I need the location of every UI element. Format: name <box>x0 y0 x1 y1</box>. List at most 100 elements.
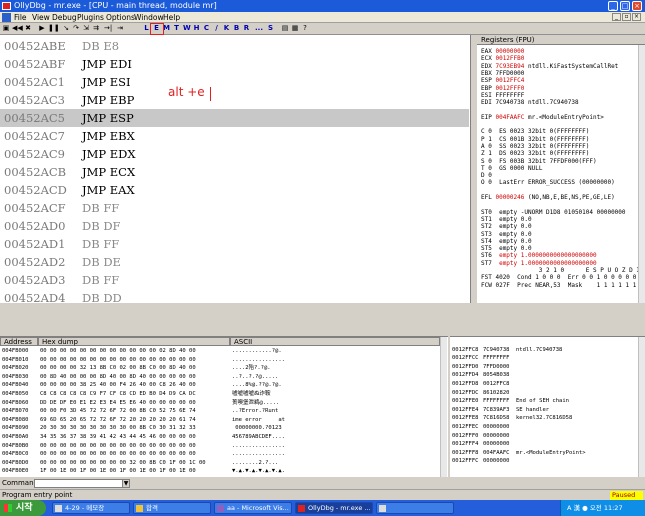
disasm-row[interactable]: 00452AD0 DB DF <box>0 217 469 235</box>
stack-pane[interactable]: 0012FFC4 7C816D4F RETURN to kernel32.7C816… <box>450 336 645 477</box>
disasm-instruction: JMP ECX <box>82 165 136 179</box>
disasm-row[interactable]: 00452AC9 JMP EDX <box>0 145 469 163</box>
window-titlebar[interactable]: OllyDbg - mr.exe - [CPU - main thread, m… <box>0 0 645 12</box>
disasm-row[interactable]: 00452AC5 JMP ESP <box>0 109 469 127</box>
toolbar-memory-button[interactable]: M <box>163 24 170 33</box>
close-icon[interactable]: × <box>632 1 642 11</box>
disasm-row[interactable]: 00452ABF JMP EDI <box>0 55 469 73</box>
disasm-row[interactable]: 00452ACB JMP ECX <box>0 163 469 181</box>
dump-ascii: ................ <box>232 451 285 458</box>
minimize-icon[interactable]: _ <box>608 1 618 11</box>
disasm-instruction: DB FF <box>82 237 120 251</box>
toolbar-threads-button[interactable]: T <box>173 24 180 33</box>
list-icon[interactable]: ▤ <box>281 24 289 33</box>
register-line[interactable]: EDI 7C940738 ntdll.7C940738 <box>481 98 579 107</box>
disasm-row[interactable]: 00452ACD JMP EAX <box>0 181 469 199</box>
dump-header-ascii[interactable]: ASCII <box>230 337 440 346</box>
toolbar-runtrace-button[interactable]: ... <box>253 24 265 33</box>
mdi-minimize-icon[interactable]: _ <box>612 13 621 21</box>
taskbar-item-label: OllyDbg - mr.exe ... <box>308 504 371 512</box>
disasm-instruction: JMP ESI <box>82 75 131 89</box>
disasm-row[interactable]: 00452ACF DB FF <box>0 199 469 217</box>
disasm-row[interactable]: 00452AC3 JMP EBP <box>0 91 469 109</box>
register-line[interactable]: O 0 LastErr ERROR_SUCCESS (00000000) <box>481 178 615 187</box>
taskbar-item-visual-studio[interactable]: aa - Microsoft Vis... <box>214 502 292 514</box>
registers-pane[interactable]: Registers (FPU) EAX 00000000 ECX 0012FFB0… <box>477 35 645 303</box>
toolbar-patches-button[interactable]: / <box>213 24 220 33</box>
pause-icon[interactable]: ❚❚ <box>48 24 60 33</box>
mdi-icon[interactable] <box>2 13 11 22</box>
menu-plugins[interactable]: Plugins <box>77 13 104 22</box>
stack-addr: 0012FFD8 <box>452 381 479 387</box>
disasm-row[interactable]: 00452ABE DB E8 <box>0 37 469 55</box>
command-input[interactable] <box>34 479 130 488</box>
trace-over-icon[interactable]: ⇉ <box>92 24 100 33</box>
taskbar-item-notepad[interactable]: 4-29 - 메모장 <box>52 502 130 514</box>
menu-window[interactable]: Window <box>134 13 164 22</box>
step-into-icon[interactable]: ↘ <box>62 24 70 33</box>
register-line[interactable]: FCW 027F Prec NEAR,53 Mask 1 1 1 1 1 1 <box>481 281 636 290</box>
toolbar-callstack-button[interactable]: K <box>223 24 230 33</box>
hex-dump-pane[interactable]: Address Hex dump ASCII 004FB000 00 00 00 … <box>0 336 448 477</box>
open-icon[interactable]: ▣ <box>2 24 10 33</box>
dump-header-hex[interactable]: Hex dump <box>38 337 230 346</box>
disassembly-pane[interactable]: 00452ABE DB E8 00452ABF JMP EDI 00452AC1 JMP … <box>0 35 471 303</box>
disasm-row[interactable]: 00452AC7 JMP EBX <box>0 127 469 145</box>
dump-scrollbar[interactable] <box>440 337 447 477</box>
disasm-row[interactable]: 00452AD2 DB DE <box>0 253 469 271</box>
toolbar-handles-button[interactable]: H <box>193 24 200 33</box>
taskbar-item-blank[interactable] <box>376 502 454 514</box>
help-icon[interactable]: ? <box>301 24 309 33</box>
dump-header-address[interactable]: Address <box>0 337 38 346</box>
execute-till-return-icon[interactable]: →| <box>104 24 112 33</box>
stack-val: 7C816D58 <box>483 415 510 422</box>
menu-file[interactable]: File <box>14 13 27 22</box>
menu-options[interactable]: Options <box>106 13 135 22</box>
toolbar-source-button[interactable]: S <box>267 24 274 33</box>
disasm-row[interactable]: 00452AD4 DB DD <box>0 289 469 303</box>
close-program-icon[interactable]: ✖ <box>24 24 32 33</box>
dump-ascii: 456789ABCDEF.... <box>232 434 285 440</box>
disasm-row[interactable]: 00452AC1 JMP ESI <box>0 73 469 91</box>
register-value: 004FAAFC <box>495 113 525 121</box>
stack-cmt: End of SEH chain <box>516 398 569 405</box>
maximize-icon[interactable]: □ <box>620 1 630 11</box>
stack-addr: 0012FFF0 <box>452 432 479 439</box>
register-line[interactable]: EIP 004FAAFC mr.<ModuleEntryPoint> <box>481 113 604 122</box>
start-button[interactable]: 시작 <box>0 500 46 516</box>
trace-into-icon[interactable]: ⇲ <box>82 24 90 33</box>
chevron-down-icon[interactable]: ▼ <box>122 479 130 488</box>
menu-help[interactable]: Help <box>163 13 180 22</box>
menu-view[interactable]: View <box>32 13 50 22</box>
goto-icon[interactable]: ⇥ <box>116 24 124 33</box>
disasm-address: 00452AC1 <box>4 75 66 89</box>
disasm-row[interactable]: 00452AD3 DB FF <box>0 271 469 289</box>
status-text: Program entry point <box>2 491 73 499</box>
run-icon[interactable]: ▶ <box>38 24 46 33</box>
disasm-address: 00452ABE <box>4 39 66 53</box>
step-over-icon[interactable]: ↷ <box>72 24 80 33</box>
toolbar-breakpoints-button[interactable]: B <box>233 24 240 33</box>
disasm-instruction: JMP EAX <box>82 183 135 197</box>
register-detail: ntdll.KiFastSystemCallRet <box>524 62 619 70</box>
mdi-close-icon[interactable]: × <box>632 13 641 21</box>
menu-bar: File View Debug Plugins Options Window H… <box>0 12 645 23</box>
mdi-restore-icon[interactable]: ▫ <box>622 13 631 21</box>
grid-icon[interactable]: ▦ <box>291 24 299 33</box>
taskbar-item-ollydbg[interactable]: OllyDbg - mr.exe ... <box>295 502 373 514</box>
registers-scrollbar[interactable] <box>638 45 645 303</box>
menu-debug[interactable]: Debug <box>52 13 77 22</box>
toolbar-cpu-button[interactable]: C <box>203 24 210 33</box>
register-detail: Prec NEAR,53 Mask 1 1 1 1 1 1 <box>509 281 637 289</box>
register-line[interactable]: EFL 00000246 (NO,NB,E,BE,NS,PE,GE,LE) <box>481 193 615 202</box>
dump-addr: 004FB030 <box>2 373 29 380</box>
toolbar-references-button[interactable]: R <box>243 24 250 33</box>
toolbar-windows-button[interactable]: W <box>183 24 191 33</box>
taskbar-item-folder[interactable]: 합격 <box>133 502 211 514</box>
restart-icon[interactable]: ◀◀ <box>12 24 23 33</box>
system-tray[interactable]: A 漢 ● 오전 11:27 <box>560 500 645 516</box>
toolbar-log-button[interactable]: L <box>143 24 150 33</box>
stack-scrollbar[interactable] <box>638 337 645 477</box>
dump-addr: 004FB090 <box>2 425 29 432</box>
disasm-row[interactable]: 00452AD1 DB FF <box>0 235 469 253</box>
